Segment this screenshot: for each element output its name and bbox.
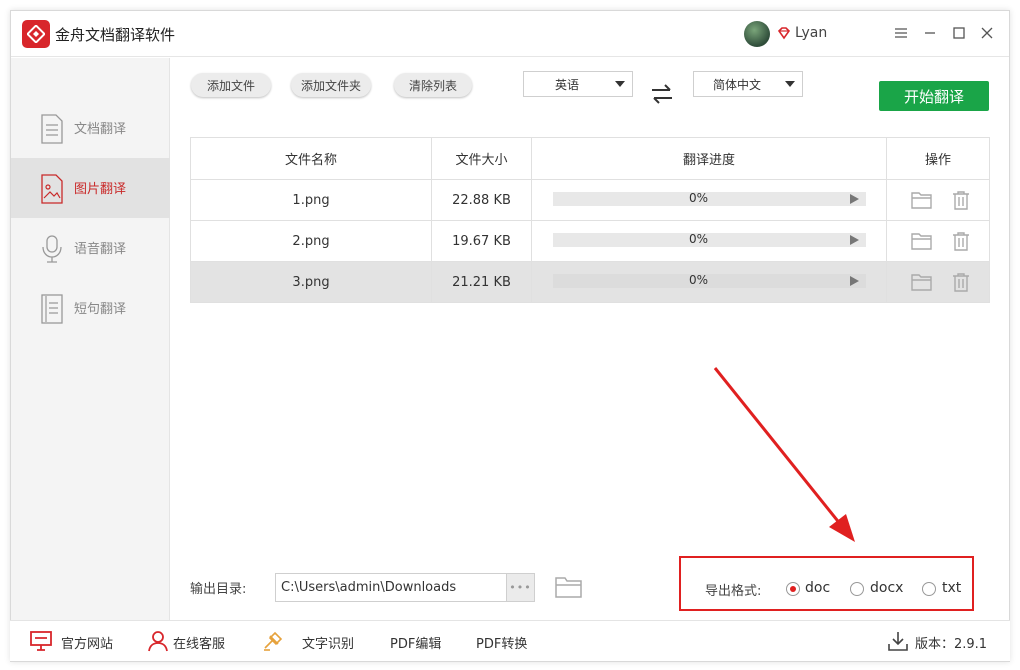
- play-icon[interactable]: [850, 235, 859, 245]
- sidebar-item-document[interactable]: 文档翻译: [11, 98, 170, 158]
- file-name: 3.png: [292, 274, 330, 290]
- add-folder-button[interactable]: 添加文件夹: [291, 73, 371, 97]
- username[interactable]: Lyan: [795, 25, 827, 41]
- column-header-size: 文件大小: [431, 138, 531, 179]
- chevron-down-icon: [615, 81, 625, 87]
- minimize-icon[interactable]: [920, 23, 940, 43]
- sidebar-item-label: 图片翻译: [74, 182, 127, 197]
- progress-bar: 0%: [553, 273, 866, 288]
- target-language-value: 简体中文: [712, 77, 761, 92]
- monitor-icon: [30, 631, 52, 651]
- close-icon[interactable]: [977, 23, 997, 43]
- table-row[interactable]: 1.png 22.88 KB 0%: [191, 179, 989, 220]
- support-icon: [148, 631, 168, 652]
- ocr-icon: [264, 631, 283, 651]
- online-service-link[interactable]: 在线客服: [173, 633, 225, 652]
- progress-cell: 0%: [531, 262, 886, 302]
- column-header-actions: 操作: [886, 138, 989, 179]
- microphone-icon: [42, 235, 62, 263]
- source-language-value: 英语: [554, 77, 579, 92]
- folder-icon[interactable]: [911, 190, 933, 210]
- version-label: 版本：2.9.1: [915, 637, 988, 652]
- add-file-button[interactable]: 添加文件: [191, 73, 271, 97]
- table-row[interactable]: 3.png 21.21 KB 0%: [191, 261, 989, 302]
- trash-icon[interactable]: [950, 272, 972, 292]
- source-language-select[interactable]: 英语: [523, 71, 633, 97]
- column-header-name: 文件名称: [284, 153, 337, 168]
- sidebar: 文档翻译 图片翻译 语音翻译 短句翻译: [11, 58, 170, 621]
- sidebar-item-sentence[interactable]: 短句翻译: [11, 278, 170, 338]
- progress-text: 0%: [688, 191, 709, 205]
- footer: 官方网站 在线客服 文字识别 PDF编辑 PDF转换 版本：2.9.1: [10, 620, 1010, 661]
- sidebar-item-label: 语音翻译: [74, 242, 127, 257]
- folder-icon[interactable]: [911, 231, 933, 251]
- file-size: 19.67 KB: [431, 221, 531, 261]
- radio-txt-label[interactable]: txt: [942, 580, 961, 596]
- file-name: 1.png: [292, 192, 330, 208]
- radio-docx-label[interactable]: docx: [870, 580, 903, 596]
- annotation-arrow: [713, 367, 855, 542]
- play-icon[interactable]: [850, 194, 859, 204]
- file-size: 22.88 KB: [431, 180, 531, 220]
- export-format-label: 导出格式:: [705, 584, 762, 599]
- output-dir-label: 输出目录:: [190, 582, 247, 597]
- trash-icon[interactable]: [950, 231, 972, 251]
- title-bar: 金舟文档翻译软件 Lyan: [11, 11, 1009, 57]
- progress-text: 0%: [688, 273, 709, 287]
- document-icon: [41, 114, 63, 144]
- table-header: 文件名称 文件大小 翻译进度 操作: [191, 138, 989, 179]
- sidebar-item-label: 短句翻译: [74, 302, 127, 317]
- radio-doc[interactable]: [786, 582, 800, 596]
- sidebar-item-voice[interactable]: 语音翻译: [11, 218, 170, 278]
- column-header-progress: 翻译进度: [531, 138, 886, 179]
- folder-icon[interactable]: [911, 272, 933, 292]
- radio-doc-label[interactable]: doc: [805, 580, 830, 596]
- chevron-down-icon: [785, 81, 795, 87]
- trash-icon[interactable]: [950, 190, 972, 210]
- text-icon: [41, 294, 63, 324]
- radio-txt[interactable]: [922, 582, 936, 596]
- browse-button[interactable]: •••: [507, 573, 535, 602]
- table-row[interactable]: 2.png 19.67 KB 0%: [191, 220, 989, 261]
- file-size: 21.21 KB: [431, 262, 531, 302]
- app-title: 金舟文档翻译软件: [55, 26, 176, 44]
- start-translate-button[interactable]: 开始翻译: [879, 81, 989, 111]
- ocr-link[interactable]: 文字识别: [302, 633, 354, 652]
- file-name: 2.png: [292, 233, 330, 249]
- vip-diamond-icon: [777, 27, 791, 40]
- play-icon[interactable]: [850, 276, 859, 286]
- avatar[interactable]: [744, 21, 770, 47]
- menu-icon[interactable]: [891, 23, 911, 43]
- official-site-link[interactable]: 官方网站: [61, 633, 113, 652]
- progress-bar: 0%: [553, 191, 866, 206]
- maximize-icon[interactable]: [949, 23, 969, 43]
- pdf-edit-link[interactable]: PDF编辑: [390, 633, 441, 652]
- sidebar-item-label: 文档翻译: [74, 122, 127, 137]
- progress-cell: 0%: [531, 180, 886, 220]
- pdf-convert-link[interactable]: PDF转换: [476, 633, 527, 652]
- open-folder-icon[interactable]: [555, 575, 583, 599]
- file-table: 文件名称 文件大小 翻译进度 操作 1.png 22.88 KB 0% 2.pn…: [190, 137, 990, 303]
- actions-cell: [886, 221, 989, 261]
- image-icon: [41, 174, 63, 204]
- radio-docx[interactable]: [850, 582, 864, 596]
- clear-list-button[interactable]: 清除列表: [394, 73, 472, 97]
- download-icon[interactable]: [887, 630, 909, 652]
- actions-cell: [886, 180, 989, 220]
- swap-languages-icon[interactable]: [650, 83, 674, 105]
- target-language-select[interactable]: 简体中文: [693, 71, 803, 97]
- sidebar-item-image[interactable]: 图片翻译: [11, 158, 170, 218]
- progress-bar: 0%: [553, 232, 866, 247]
- progress-text: 0%: [688, 232, 709, 246]
- actions-cell: [886, 262, 989, 302]
- app-logo-icon: [22, 20, 50, 48]
- output-dir-field[interactable]: C:\Users\admin\Downloads: [275, 573, 507, 602]
- progress-cell: 0%: [531, 221, 886, 261]
